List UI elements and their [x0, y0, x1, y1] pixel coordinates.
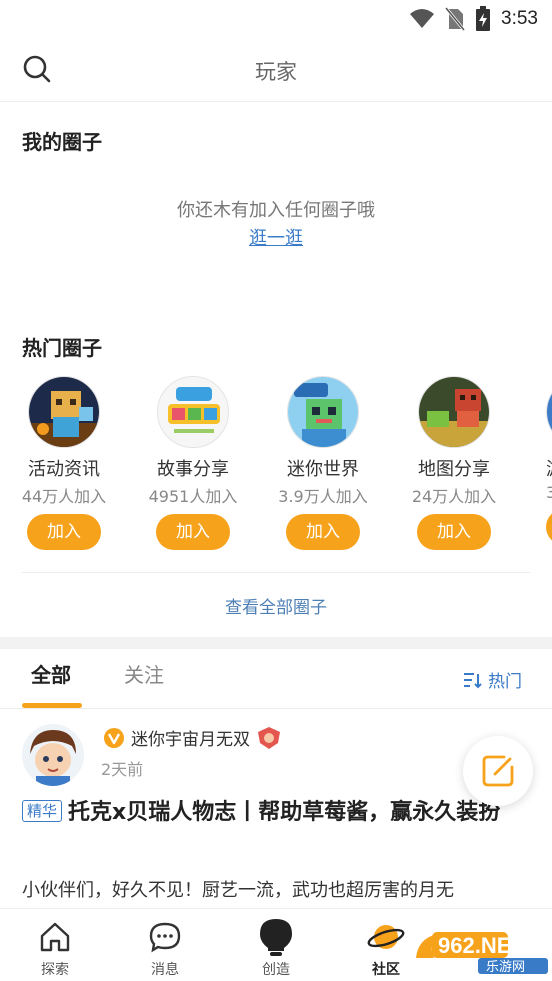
compose-post-button[interactable] — [463, 736, 533, 806]
circle-member-count: 44万人加入 — [21, 487, 107, 506]
essence-tag: 精华 — [22, 800, 63, 822]
page-title: 玩家 — [255, 60, 297, 84]
circle-member-count: 4951人加入 — [148, 487, 238, 506]
circle-name: 游 — [546, 455, 552, 481]
circle-name: 地图分享 — [418, 459, 490, 480]
nav-explore[interactable]: 探索 — [0, 919, 110, 979]
home-icon — [0, 919, 110, 955]
feed-tabs: 全部 关注 热门 — [0, 649, 552, 709]
my-circles-empty-text: 你还木有加入任何圈子哦 — [177, 200, 375, 221]
circle-card-partial[interactable]: 游 37 — [522, 376, 552, 545]
join-button[interactable]: 加入 — [417, 514, 491, 550]
verified-v-icon — [104, 727, 124, 748]
join-button[interactable]: 加入 — [286, 514, 360, 550]
circle-member-count: 37 — [546, 483, 552, 502]
no-sim-icon — [445, 7, 466, 31]
circle-avatar — [287, 376, 359, 448]
section-separator — [0, 637, 552, 649]
post-time: 2天前 — [101, 760, 144, 779]
app-header: 玩家 — [0, 38, 552, 102]
circle-member-count: 24万人加入 — [411, 487, 497, 506]
circle-name: 活动资讯 — [28, 459, 100, 480]
hot-circles-title: 热门圈子 — [22, 336, 102, 360]
status-bar: 3:53 — [0, 0, 552, 38]
divider — [22, 572, 530, 573]
post-excerpt[interactable]: 小伙伴们，好久不见！厨艺一流，武功也超厉害的月无 — [22, 876, 532, 902]
circle-card-news[interactable]: 活动资讯 44万人加入 加入 — [4, 376, 124, 550]
watermark-text: 962.NET — [438, 933, 525, 958]
sort-hot-label: 热门 — [488, 672, 522, 692]
join-button[interactable]: 加入 — [27, 514, 101, 550]
circle-avatar — [418, 376, 490, 448]
post-title-text: 托克x贝瑞人物志丨帮助草莓酱，赢永久装扮 — [68, 800, 501, 825]
sort-icon — [464, 672, 482, 688]
circle-card-stories[interactable]: 故事分享 4951人加入 加入 — [133, 376, 253, 550]
nav-create[interactable]: 创造 — [221, 919, 331, 979]
view-all-circles-link[interactable]: 查看全部圈子 — [0, 593, 552, 618]
nav-label: 消息 — [151, 962, 179, 978]
author-avatar[interactable] — [22, 724, 84, 786]
my-circles-title: 我的圈子 — [22, 130, 102, 154]
circle-name: 迷你世界 — [287, 459, 359, 480]
nav-messages[interactable]: 消息 — [110, 919, 220, 979]
watermark-subtext: 乐游网 — [486, 960, 525, 974]
circle-avatar — [28, 376, 100, 448]
rank-badge-icon — [258, 726, 280, 749]
post-author[interactable]: 迷你宇宙月无双 — [103, 725, 282, 750]
post-title[interactable]: 精华 托克x贝瑞人物志丨帮助草莓酱，赢永久装扮 — [22, 796, 532, 830]
circle-avatar — [546, 376, 552, 448]
circle-member-count: 3.9万人加入 — [278, 487, 368, 506]
circle-card-mini-world[interactable]: 迷你世界 3.9万人加入 加入 — [263, 376, 383, 550]
author-name: 迷你宇宙月无双 — [131, 730, 250, 750]
tab-follow[interactable]: 关注 — [124, 659, 164, 688]
lightbulb-icon — [221, 919, 331, 956]
sort-hot-button[interactable]: 热门 — [462, 667, 522, 692]
wifi-icon — [409, 8, 435, 30]
nav-label: 探索 — [41, 962, 69, 978]
circle-card-maps[interactable]: 地图分享 24万人加入 加入 — [394, 376, 514, 550]
join-button[interactable] — [546, 509, 552, 545]
clock: 3:53 — [501, 8, 538, 29]
hot-circles-list: 活动资讯 44万人加入 加入 故事分享 4951人加入 加入 迷你世界 3.9万… — [0, 376, 552, 556]
battery-charging-icon — [475, 6, 491, 32]
active-tab-indicator — [22, 703, 82, 708]
join-button[interactable]: 加入 — [156, 514, 230, 550]
edit-icon — [482, 755, 514, 787]
circle-name: 故事分享 — [157, 459, 229, 480]
tab-all[interactable]: 全部 — [31, 659, 71, 688]
nav-label: 创造 — [262, 962, 290, 978]
chat-bubble-icon — [110, 919, 220, 955]
site-watermark: 962.NET 乐游网 — [414, 928, 550, 975]
browse-link[interactable]: 逛一逛 — [0, 224, 552, 250]
circle-avatar — [157, 376, 229, 448]
